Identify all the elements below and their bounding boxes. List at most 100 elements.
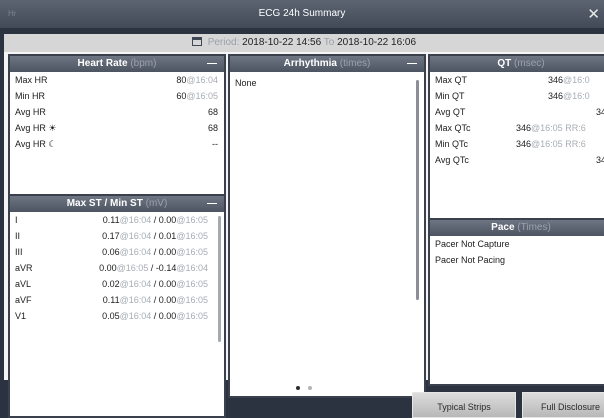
- hr-row-avg-day: Avg HR ☀ 68: [10, 120, 224, 136]
- page-dot[interactable]: [308, 386, 312, 390]
- period-label: Period:: [207, 37, 240, 48]
- st-min-time: @16:05: [176, 295, 208, 305]
- hr-min-value: 60: [176, 91, 187, 101]
- arrhythmia-unit: (times): [339, 58, 371, 69]
- hr-min-label: Min HR: [15, 91, 46, 101]
- st-min-time: @16:05: [176, 311, 208, 321]
- qt-row: Max QTc 346@16:05 RR:6: [430, 120, 604, 136]
- st-max: 0.11: [102, 215, 120, 225]
- st-title: Max ST / Min ST: [66, 198, 143, 209]
- st-row: aVR 0.00@16:05 / -0.14@16:04: [10, 260, 224, 276]
- close-icon[interactable]: ✕: [587, 5, 600, 23]
- collapse-icon[interactable]: —: [407, 56, 417, 72]
- st-max: 0.11: [102, 295, 120, 305]
- st-max: 0.00: [99, 263, 117, 273]
- qt-rr: RR:6: [565, 123, 586, 133]
- st-lead: I: [15, 215, 18, 225]
- heart-rate-unit: (bpm): [130, 58, 157, 69]
- qt-title: QT: [497, 58, 512, 69]
- st-min: -0.14: [155, 263, 177, 273]
- summary-content: Period: 2018-10-22 14:56 To 2018-10-22 1…: [4, 34, 604, 418]
- qt-time: @16:05: [531, 123, 563, 133]
- hr-max-value: 80: [176, 75, 187, 85]
- qt-panel: QT (msec) Max QT 346@16:0 Min QT 346@16:…: [428, 54, 604, 240]
- hr-row-min: Min HR 60@16:05: [10, 88, 224, 104]
- st-max: 0.17: [102, 231, 120, 241]
- st-lead: aVL: [15, 279, 32, 289]
- pace-row: Pacer Not Pacing 0: [430, 252, 604, 268]
- arrhythmia-scrollbar[interactable]: [416, 80, 419, 300]
- sun-icon: ☀: [48, 123, 57, 133]
- qt-rr: RR:6: [565, 139, 586, 149]
- pace-unit: (Times): [517, 222, 551, 233]
- st-min-time: @16:04: [176, 263, 208, 273]
- st-min-time: @16:05: [176, 215, 208, 225]
- collapse-icon[interactable]: —: [207, 56, 217, 72]
- period-end: 2018-10-22 16:06: [337, 37, 417, 48]
- qt-value: 346: [548, 91, 564, 101]
- qt-label: Min QTc: [435, 139, 469, 149]
- period-bar: Period: 2018-10-22 14:56 To 2018-10-22 1…: [4, 34, 604, 52]
- pace-panel: Pace (Times) Pacer Not Capture 0 Pacer N…: [428, 218, 604, 386]
- st-max: 0.05: [102, 311, 120, 321]
- st-lead: III: [15, 247, 23, 257]
- hr-avg-night-label: Avg HR: [15, 139, 46, 149]
- period-start: 2018-10-22 14:56: [242, 37, 322, 48]
- st-max: 0.06: [102, 247, 120, 257]
- st-lead: aVF: [15, 295, 32, 305]
- period-to: To: [323, 37, 335, 48]
- st-header: Max ST / Min ST (mV) —: [10, 196, 224, 212]
- st-min-time: @16:05: [176, 279, 208, 289]
- st-min: 0.00: [158, 311, 177, 321]
- st-max-time: @16:04: [119, 247, 152, 257]
- hr-max-time: @16:04: [186, 75, 218, 85]
- hr-row-avg-night: Avg HR ☾ --: [10, 136, 224, 152]
- st-unit: (mV): [145, 198, 168, 209]
- st-min: 0.00: [158, 247, 177, 257]
- pace-label: Pacer Not Capture: [435, 239, 510, 249]
- st-lead: aVR: [15, 263, 33, 273]
- st-row: III 0.06@16:04 / 0.00@16:05: [10, 244, 224, 260]
- hr-row-max: Max HR 80@16:04: [10, 72, 224, 88]
- qt-row: Min QT 346@16:0: [430, 88, 604, 104]
- qt-row: Avg QTc 34: [430, 152, 604, 168]
- pace-header: Pace (Times): [430, 220, 604, 236]
- moon-icon: ☾: [48, 139, 57, 149]
- qt-row: Avg QT 34: [430, 104, 604, 120]
- st-min-time: @16:05: [176, 247, 208, 257]
- st-max-time: @16:04: [119, 295, 152, 305]
- qt-label: Max QT: [435, 75, 468, 85]
- pace-title: Pace: [491, 222, 515, 233]
- st-row: aVF 0.11@16:04 / 0.00@16:05: [10, 292, 224, 308]
- pace-label: Pacer Not Pacing: [435, 255, 506, 265]
- qt-unit: (msec): [514, 58, 545, 69]
- st-row: aVL 0.02@16:04 / 0.00@16:05: [10, 276, 224, 292]
- st-lead: II: [15, 231, 21, 241]
- full-disclosure-button[interactable]: Full Disclosure: [522, 392, 604, 418]
- hr-avg-day-label: Avg HR: [15, 123, 46, 133]
- hr-avg-label: Avg HR: [15, 107, 46, 117]
- hr-max-label: Max HR: [15, 75, 48, 85]
- qt-value: 34: [596, 155, 604, 165]
- st-min: 0.00: [158, 295, 177, 305]
- page-dot-active[interactable]: [296, 386, 300, 390]
- qt-label: Max QTc: [435, 123, 471, 133]
- qt-value: 346: [548, 75, 564, 85]
- qt-value: 346: [516, 123, 532, 133]
- title-bar: Hr ECG 24h Summary ✕: [0, 0, 604, 28]
- pace-row: Pacer Not Capture 0: [430, 236, 604, 252]
- arrhythmia-panel: Arrhythmia (times) — None: [228, 54, 426, 398]
- heart-rate-header: Heart Rate (bpm) —: [10, 56, 224, 72]
- st-max-time: @16:05: [116, 263, 149, 273]
- typical-strips-button[interactable]: Typical Strips: [412, 392, 516, 418]
- hr-avg-day-value: 68: [207, 123, 218, 133]
- qt-label: Min QT: [435, 91, 465, 101]
- hr-avg-night-value: --: [212, 139, 218, 149]
- qt-row: Min QTc 346@16:05 RR:6: [430, 136, 604, 152]
- collapse-icon[interactable]: —: [207, 196, 217, 212]
- qt-row: Max QT 346@16:0: [430, 72, 604, 88]
- hr-min-time: @16:05: [186, 91, 218, 101]
- st-min: 0.01: [158, 231, 177, 241]
- st-row: V1 0.05@16:04 / 0.00@16:05: [10, 308, 224, 324]
- qt-value: 346: [516, 139, 532, 149]
